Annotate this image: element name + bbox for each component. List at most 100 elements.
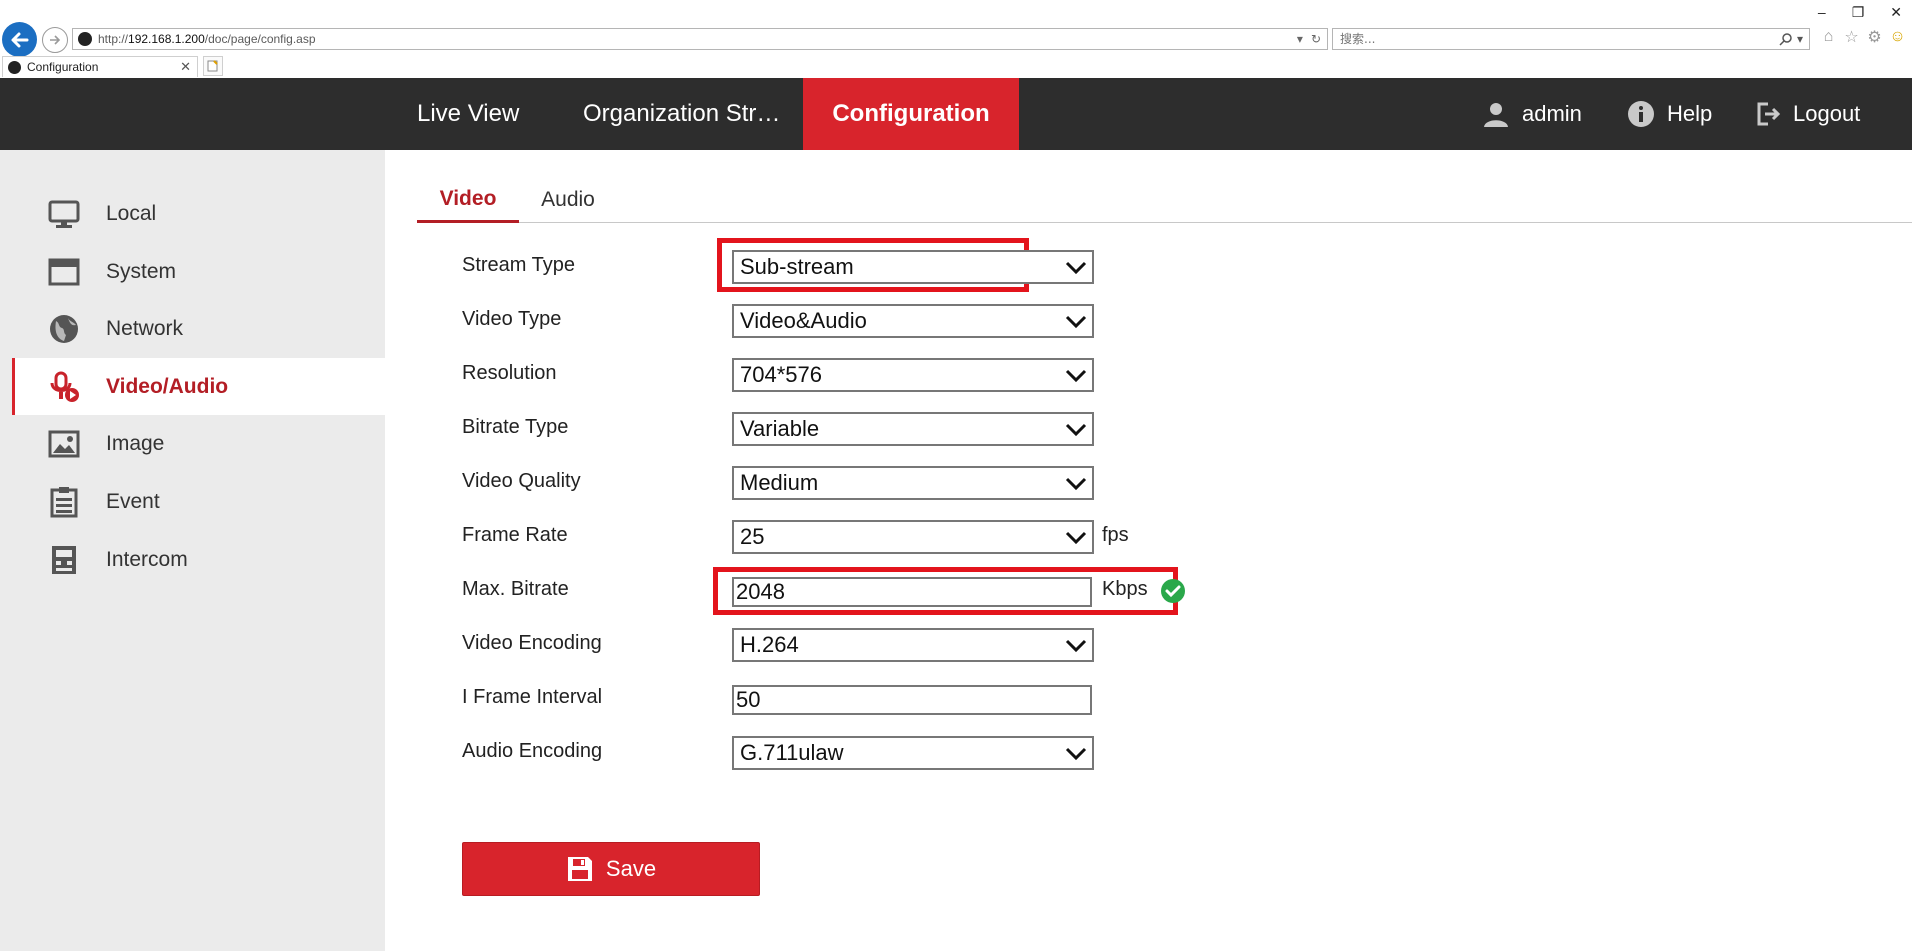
close-window-icon[interactable]: ✕: [1890, 4, 1902, 21]
search-icon[interactable]: [1779, 32, 1793, 46]
new-tab-button[interactable]: [203, 56, 223, 76]
sidebar-item-event[interactable]: Event: [12, 473, 385, 530]
resolution-value: 704*576: [740, 362, 822, 387]
chevron-down-icon: [1065, 531, 1087, 545]
check-circle-icon: [1161, 579, 1185, 603]
save-button[interactable]: Save: [462, 842, 760, 896]
tab-video[interactable]: Video: [417, 178, 519, 223]
browser-chrome: – ❐ ✕ http://192.168.1.200/doc/page/conf…: [0, 0, 1912, 78]
audio-encoding-label: Audio Encoding: [462, 739, 603, 762]
sidebar: Local System Network Video/Audio Image E…: [0, 150, 385, 951]
frame-rate-row: Frame Rate 25 fps: [462, 513, 1362, 557]
chevron-down-icon: [1065, 477, 1087, 491]
search-dropdown-icon[interactable]: ▾: [1797, 32, 1803, 46]
nav-configuration[interactable]: Configuration: [803, 78, 1019, 150]
help-label: Help: [1667, 101, 1713, 126]
stream-type-label: Stream Type: [462, 253, 576, 276]
minimize-icon[interactable]: –: [1818, 4, 1826, 21]
browser-tab[interactable]: Configuration ✕: [2, 56, 198, 77]
stream-type-select[interactable]: Sub-stream: [732, 250, 1094, 284]
logout-label: Logout: [1793, 101, 1861, 126]
home-icon[interactable]: ⌂: [1820, 28, 1837, 45]
intercom-icon: [52, 546, 76, 574]
arrow-left-icon: [11, 32, 28, 47]
sidebar-item-label: System: [106, 259, 177, 283]
i-frame-interval-row: I Frame Interval: [462, 675, 1362, 719]
chevron-down-icon: [1065, 639, 1087, 653]
tab-close-icon[interactable]: ✕: [180, 59, 191, 75]
sidebar-item-system[interactable]: System: [12, 243, 385, 300]
main-content: Video Audio Stream Type Sub-stream Video…: [385, 150, 1912, 951]
tab-favicon-icon: [8, 60, 21, 74]
save-label: Save: [605, 856, 657, 881]
chevron-down-icon: [1065, 315, 1087, 329]
user-icon: [1484, 103, 1508, 127]
search-bar[interactable]: ▾: [1332, 28, 1810, 50]
search-input[interactable]: [1333, 32, 1779, 46]
bitrate-type-select[interactable]: Variable: [732, 412, 1094, 446]
video-encoding-row: Video Encoding H.264: [462, 621, 1362, 665]
monitor-icon: [48, 200, 80, 228]
i-frame-interval-input[interactable]: [732, 685, 1092, 715]
gear-icon[interactable]: ⚙: [1866, 28, 1883, 46]
nav-organization-structure[interactable]: Organization Str…: [583, 78, 780, 150]
restore-icon[interactable]: ❐: [1852, 4, 1865, 21]
bitrate-type-value: Variable: [740, 416, 820, 441]
info-icon: [1628, 101, 1654, 127]
sidebar-item-intercom[interactable]: Intercom: [12, 531, 385, 588]
bitrate-type-row: Bitrate Type Variable: [462, 405, 1362, 449]
frame-rate-value: 25: [740, 524, 765, 549]
video-quality-select[interactable]: Medium: [732, 466, 1094, 500]
address-bar[interactable]: http://192.168.1.200/doc/page/config.asp…: [72, 28, 1328, 50]
forward-button[interactable]: [42, 27, 68, 53]
video-type-select[interactable]: Video&Audio: [732, 304, 1094, 338]
resolution-select[interactable]: 704*576: [732, 358, 1094, 392]
back-button[interactable]: [2, 22, 37, 57]
username: admin: [1522, 101, 1582, 126]
help-link[interactable]: Help: [1627, 78, 1712, 150]
subtab-bar: Video Audio: [417, 178, 1912, 223]
smiley-icon[interactable]: ☺: [1889, 28, 1906, 45]
clipboard-list-icon: [50, 487, 78, 518]
max-bitrate-unit: Kbps: [1102, 577, 1148, 600]
sidebar-item-local[interactable]: Local: [12, 185, 385, 242]
new-tab-icon: [207, 60, 218, 72]
video-encoding-select[interactable]: H.264: [732, 628, 1094, 662]
tab-audio[interactable]: Audio: [525, 178, 611, 222]
video-type-value: Video&Audio: [740, 308, 867, 333]
video-quality-value: Medium: [740, 470, 819, 495]
user-menu[interactable]: admin: [1482, 78, 1582, 150]
chevron-down-icon: [1065, 423, 1087, 437]
frame-rate-select[interactable]: 25: [732, 520, 1094, 554]
chevron-down-icon: [1065, 261, 1087, 275]
sidebar-item-network[interactable]: Network: [12, 300, 385, 357]
arrow-right-icon: [50, 35, 61, 45]
site-icon: [78, 32, 92, 46]
audio-encoding-row: Audio Encoding G.711ulaw: [462, 729, 1362, 773]
audio-encoding-value: G.711ulaw: [740, 740, 844, 765]
sidebar-item-image[interactable]: Image: [12, 415, 385, 472]
sidebar-item-label: Local: [106, 201, 157, 225]
sidebar-item-video-audio[interactable]: Video/Audio: [12, 358, 385, 415]
video-type-row: Video Type Video&Audio: [462, 297, 1362, 341]
video-quality-row: Video Quality Medium: [462, 459, 1362, 503]
floppy-disk-icon: [567, 857, 592, 881]
logout-link[interactable]: Logout: [1755, 78, 1860, 150]
video-encoding-label: Video Encoding: [462, 631, 602, 654]
star-icon[interactable]: ☆: [1843, 28, 1860, 46]
stream-type-row: Stream Type Sub-stream: [462, 243, 1362, 287]
i-frame-interval-label: I Frame Interval: [462, 685, 603, 708]
bitrate-type-label: Bitrate Type: [462, 415, 569, 438]
max-bitrate-row: Max. Bitrate Kbps: [462, 567, 1362, 611]
nav-live-view[interactable]: Live View: [417, 78, 519, 150]
refresh-icon[interactable]: ↻: [1311, 32, 1321, 46]
globe-icon: [50, 315, 78, 343]
audio-encoding-select[interactable]: G.711ulaw: [732, 736, 1094, 770]
dropdown-arrow-icon[interactable]: ▾: [1297, 32, 1303, 46]
sidebar-item-label: Network: [106, 316, 184, 340]
stream-type-value: Sub-stream: [740, 254, 854, 279]
sidebar-item-label: Image: [106, 431, 165, 455]
video-quality-label: Video Quality: [462, 469, 581, 492]
max-bitrate-input[interactable]: [732, 577, 1092, 607]
window-icon: [48, 258, 80, 286]
